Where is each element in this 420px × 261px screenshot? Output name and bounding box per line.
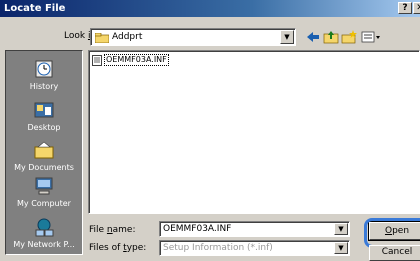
cancel-button[interactable]: Cancel [369, 245, 420, 261]
lookin-value: Addprt [112, 32, 143, 42]
filename-input[interactable]: OEMMF03A.INF ▼ [159, 221, 350, 237]
lookin-combo[interactable]: Addprt ▼ [90, 28, 296, 46]
place-label: My Documents [14, 163, 74, 172]
place-label: My Network P... [13, 240, 75, 249]
up-folder-icon[interactable] [322, 28, 340, 46]
locate-file-dialog: Locate File ? ✕ Look in: Addprt ▼ [0, 0, 420, 261]
filetype-select[interactable]: Setup Information (*.inf) ▼ [159, 240, 350, 256]
view-menu-icon[interactable] [360, 28, 382, 46]
close-button[interactable]: ✕ [413, 2, 420, 14]
filename-value: OEMMF03A.INF [163, 224, 232, 234]
lookin-dropdown-icon[interactable]: ▼ [280, 30, 294, 44]
place-history[interactable]: History [6, 58, 82, 91]
new-folder-icon[interactable] [340, 28, 358, 46]
filetype-dropdown-icon[interactable]: ▼ [334, 242, 348, 254]
my-computer-icon [35, 177, 53, 195]
filename-label: File name: [89, 225, 136, 235]
window-title: Locate File [4, 3, 66, 14]
my-documents-icon [34, 141, 54, 159]
open-button-highlight [364, 218, 420, 248]
places-bar: History Desktop My Documents My Computer… [5, 50, 83, 255]
filename-dropdown-icon[interactable]: ▼ [334, 223, 348, 235]
place-label: My Computer [17, 199, 71, 208]
place-label: History [29, 82, 59, 91]
close-icon: ✕ [416, 3, 420, 13]
filetype-label: Files of type: [89, 243, 147, 253]
place-desktop[interactable]: Desktop [6, 99, 82, 132]
my-network-icon [35, 218, 54, 237]
help-icon: ? [402, 3, 408, 13]
file-name: OEMMF03A.INF [104, 54, 169, 66]
help-button[interactable]: ? [398, 2, 412, 14]
filetype-value: Setup Information (*.inf) [163, 243, 273, 253]
place-my-computer[interactable]: My Computer [6, 175, 82, 208]
history-icon [35, 60, 53, 78]
folder-icon [95, 33, 109, 43]
file-list[interactable]: OEMMF03A.INF [88, 50, 420, 214]
place-label: Desktop [27, 123, 61, 132]
back-arrow-icon[interactable] [304, 28, 322, 46]
title-bar: Locate File ? ✕ [0, 0, 420, 17]
file-item[interactable]: OEMMF03A.INF [92, 54, 169, 66]
place-my-documents[interactable]: My Documents [6, 139, 82, 172]
desktop-icon [34, 102, 54, 118]
place-my-network[interactable]: My Network P... [6, 216, 82, 249]
inf-file-icon [92, 54, 102, 66]
